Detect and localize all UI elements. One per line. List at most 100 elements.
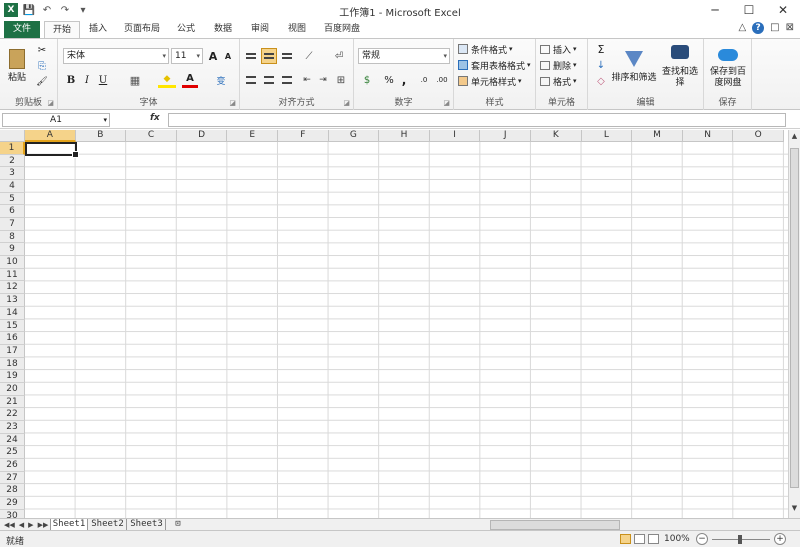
tab-page-layout[interactable]: 页面布局 [118,21,166,39]
row-header[interactable]: 7 [0,218,25,231]
accounting-format-button[interactable]: $ [358,72,376,88]
column-header[interactable]: K [531,130,582,142]
formula-input[interactable] [168,113,786,127]
tab-insert[interactable]: 插入 [82,21,114,39]
increase-decimal-button[interactable]: .0 [416,72,432,88]
cell-styles-button[interactable]: 单元格样式 ▾ [458,74,534,88]
align-bottom-icon[interactable] [279,48,295,64]
row-header[interactable]: 13 [0,294,25,307]
number-format-select[interactable]: 常规 ▾ [358,48,450,64]
active-cell[interactable] [25,142,79,158]
conditional-formatting-button[interactable]: 条件格式 ▾ [458,42,534,56]
underline-button[interactable]: U [96,72,110,88]
row-header[interactable]: 23 [0,420,25,434]
sort-filter-button[interactable]: 排序和筛选 [610,42,658,92]
copy-icon[interactable]: ⎘ [34,59,50,73]
orientation-icon[interactable]: ⟋ [299,48,319,64]
clipboard-launcher-icon[interactable]: ◪ [47,99,54,107]
select-all-button[interactable] [0,130,25,142]
row-header[interactable]: 6 [0,205,25,219]
close-workbook-icon[interactable]: ⊠ [786,22,794,34]
bold-button[interactable]: B [64,72,78,88]
align-top-icon[interactable] [243,48,259,64]
column-header[interactable]: H [379,130,430,142]
row-header[interactable]: 5 [0,192,25,206]
row-header[interactable]: 12 [0,281,25,295]
minimize-button[interactable]: ─ [698,0,732,20]
row-header[interactable]: 19 [0,370,25,383]
merge-center-icon[interactable]: ⊞ [332,72,350,88]
row-header[interactable]: 4 [0,180,25,193]
tab-baidu-netdisk[interactable]: 百度网盘 [318,21,366,39]
row-header[interactable]: 1 [0,142,25,155]
row-header[interactable]: 28 [0,484,25,498]
column-header[interactable]: O [733,130,784,142]
row-header[interactable]: 24 [0,433,25,447]
row-header[interactable]: 11 [0,268,25,282]
tab-file[interactable]: 文件 [4,21,40,39]
find-select-button[interactable]: 查找和选择 [658,42,702,92]
tab-review[interactable]: 审阅 [244,21,276,39]
page-break-view-icon[interactable] [648,534,659,544]
fill-button[interactable]: ↓ [592,58,610,72]
help-icon[interactable]: ? [752,22,765,34]
horizontal-scrollbar[interactable] [478,520,788,530]
italic-button[interactable]: I [80,72,94,88]
zoom-slider[interactable] [712,535,770,544]
column-header[interactable]: G [328,130,380,142]
font-size-select[interactable]: 11 ▾ [171,48,203,64]
font-launcher-icon[interactable]: ◪ [229,99,236,107]
row-header[interactable]: 18 [0,357,25,371]
decrease-indent-icon[interactable]: ⇤ [299,72,315,88]
row-header[interactable]: 2 [0,154,25,168]
column-header[interactable]: F [278,130,329,142]
clear-button[interactable]: ◇ [592,74,610,88]
zoom-level[interactable]: 100% [664,534,690,544]
font-color-button[interactable]: A [182,72,198,88]
row-header[interactable]: 9 [0,243,25,257]
phonetic-button[interactable]: 变 [212,72,230,88]
scroll-down-icon[interactable]: ▼ [789,504,800,516]
row-header[interactable]: 26 [0,459,25,472]
row-header[interactable]: 21 [0,395,25,409]
fill-color-button[interactable]: ◆ [158,72,176,88]
decrease-decimal-button[interactable]: .00 [434,72,450,88]
normal-view-icon[interactable] [620,534,631,544]
row-header[interactable]: 29 [0,497,25,510]
grow-font-button[interactable]: A [206,48,220,64]
column-header[interactable]: I [429,130,481,142]
row-header[interactable]: 30 [0,509,25,518]
number-launcher-icon[interactable]: ◪ [443,99,450,107]
delete-cells-button[interactable]: 删除 ▾ [540,58,586,72]
row-header[interactable]: 22 [0,408,25,421]
paste-button[interactable]: 粘贴 [4,43,30,89]
vertical-scrollbar[interactable]: ▲ ▼ [788,130,800,518]
insert-function-icon[interactable]: fx [150,113,160,123]
row-header[interactable]: 27 [0,471,25,485]
cell-area[interactable] [25,142,788,518]
save-to-baidu-button[interactable]: 保存到百 度网盘 [706,43,750,95]
tab-view[interactable]: 视图 [281,21,313,39]
minimize-ribbon-icon[interactable]: △ [738,22,746,34]
format-painter-icon[interactable]: 🖌 [34,75,50,89]
column-header[interactable]: J [480,130,531,142]
column-header[interactable]: D [176,130,228,142]
zoom-out-button[interactable]: − [696,533,708,545]
row-header[interactable]: 15 [0,319,25,333]
tab-data[interactable]: 数据 [207,21,239,39]
cut-icon[interactable]: ✂ [34,43,50,57]
align-right-icon[interactable] [279,72,295,88]
border-button[interactable]: ▦ [126,72,144,88]
vertical-scroll-thumb[interactable] [790,148,799,488]
restore-workbook-icon[interactable]: □ [770,22,779,34]
format-as-table-button[interactable]: 套用表格格式 ▾ [458,58,538,72]
format-cells-button[interactable]: 格式 ▾ [540,74,586,88]
column-header[interactable]: N [682,130,734,142]
name-box[interactable]: A1 ▾ [2,113,110,127]
row-header[interactable]: 14 [0,306,25,320]
comma-style-button[interactable]: , [398,72,410,88]
column-header[interactable]: B [75,130,127,142]
align-center-icon[interactable] [261,72,277,88]
column-header[interactable]: L [581,130,633,142]
column-header[interactable]: C [126,130,177,142]
